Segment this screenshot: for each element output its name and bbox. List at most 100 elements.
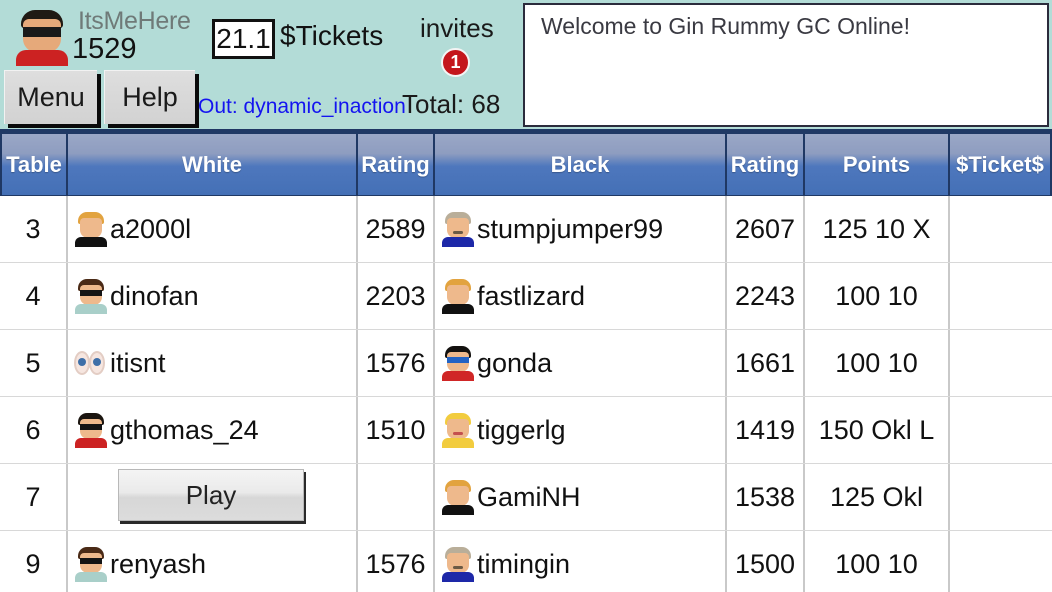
cell-points: 125 Okl (805, 464, 950, 530)
avatar-brown-curly-sunglasses-icon (74, 278, 108, 314)
table-row[interactable]: 7 Play GamiNH 1538 125 Okl (0, 464, 1052, 531)
avatar-blonde-long-hair-icon (441, 412, 475, 448)
cell-white-player[interactable]: Play (68, 464, 358, 530)
cell-points: 125 10 X (805, 196, 950, 262)
avatar-black-hair-blue-glasses-red-shirt-icon (441, 345, 475, 381)
table-header-row: Table White Rating Black Rating Points $Ticket… (0, 133, 1052, 196)
cell-white-rating: 1510 (358, 397, 435, 463)
points-label: 100 10 (835, 548, 918, 579)
table-number-label: 3 (25, 213, 41, 244)
black-rating-label: 2607 (734, 213, 796, 244)
cell-black-rating: 2607 (727, 196, 805, 262)
menu-button[interactable]: Menu (4, 70, 97, 124)
username-label: ItsMeHere (78, 7, 191, 35)
cell-white-player[interactable]: gthomas_24 (68, 397, 358, 463)
white-player-name: gthomas_24 (110, 414, 259, 445)
tickets-label: $Tickets (280, 20, 384, 51)
invites-label[interactable]: invites (420, 13, 494, 44)
cell-white-player[interactable]: dinofan (68, 263, 358, 329)
black-rating-label: 1419 (734, 414, 796, 445)
cell-white-rating: 2589 (358, 196, 435, 262)
cell-black-player[interactable]: tiggerlg (435, 397, 727, 463)
user-avatar-sunglasses-icon[interactable] (14, 8, 70, 66)
black-player: timingin (441, 546, 570, 582)
white-player-name: itisnt (110, 347, 166, 378)
cell-white-player[interactable]: itisnt (68, 330, 358, 396)
table-number-label: 6 (25, 414, 41, 445)
black-player: gonda (441, 345, 552, 381)
points-label: 150 Okl L (818, 414, 935, 445)
white-player-name: a2000l (110, 213, 192, 244)
black-player-name: gonda (477, 347, 553, 378)
table-number-label: 9 (25, 548, 41, 579)
white-player-name: dinofan (110, 280, 199, 311)
column-header-white-1[interactable]: White (68, 134, 358, 195)
black-player-name: fastlizard (477, 280, 586, 311)
table-row[interactable]: 9 renyash 1576 timingin 1500 100 10 (0, 531, 1052, 592)
cell-points: 100 10 (805, 263, 950, 329)
cell-black-rating: 1661 (727, 330, 805, 396)
cell-tickets (950, 196, 1052, 262)
top-bar-left-panel: ItsMeHere 1529 Menu Help Out: dynamic_in… (0, 0, 520, 129)
black-rating-label: 1661 (734, 347, 796, 378)
black-player: fastlizard (441, 278, 585, 314)
cell-white-rating: 1576 (358, 330, 435, 396)
white-rating-label: 1576 (365, 347, 426, 378)
white-rating-label: 2203 (365, 280, 426, 311)
black-player: stumpjumper99 (441, 211, 663, 247)
column-header-ticket-6[interactable]: $Ticket$ (950, 134, 1052, 195)
avatar-brown-curly-sunglasses-icon (74, 546, 108, 582)
cell-table-number: 6 (0, 397, 68, 463)
message-panel[interactable]: Welcome to Gin Rummy GC Online! (523, 3, 1049, 127)
games-table: Table White Rating Black Rating Points $Ticket… (0, 133, 1052, 592)
invites-count-badge[interactable]: 1 (441, 48, 470, 77)
table-row[interactable]: 3 a2000l 2589 stumpjumper99 2607 125 10 X (0, 196, 1052, 263)
table-row[interactable]: 4 dinofan 2203 fastlizard 2243 100 10 (0, 263, 1052, 330)
cell-table-number: 7 (0, 464, 68, 530)
black-player: tiggerlg (441, 412, 566, 448)
cell-white-player[interactable]: a2000l (68, 196, 358, 262)
column-header-black-3[interactable]: Black (435, 134, 727, 195)
app-root: ItsMeHere 1529 Menu Help Out: dynamic_in… (0, 0, 1052, 592)
table-row[interactable]: 6 gthomas_24 1510 tiggerlg 1419 150 Okl L (0, 397, 1052, 464)
black-player-name: GamiNH (477, 481, 581, 512)
avatar-blond-black-shirt-icon (441, 278, 475, 314)
table-row[interactable]: 5 itisnt 1576 gonda 1661 100 10 (0, 330, 1052, 397)
column-header-rating-4[interactable]: Rating (727, 134, 805, 195)
help-button[interactable]: Help (104, 70, 195, 124)
cell-points: 100 10 (805, 330, 950, 396)
cell-black-player[interactable]: fastlizard (435, 263, 727, 329)
cell-tickets (950, 531, 1052, 592)
column-header-rating-2[interactable]: Rating (358, 134, 435, 195)
cell-points: 150 Okl L (805, 397, 950, 463)
cell-black-rating: 1419 (727, 397, 805, 463)
cell-tickets (950, 464, 1052, 530)
cell-white-rating (358, 464, 435, 530)
black-player-name: stumpjumper99 (477, 213, 664, 244)
white-player-name: renyash (110, 548, 207, 579)
cell-black-player[interactable]: timingin (435, 531, 727, 592)
table-number-label: 5 (25, 347, 41, 378)
avatar-blond-black-shirt-icon (441, 479, 475, 515)
black-player: GamiNH (441, 479, 581, 515)
avatar-blond-black-shirt-icon (74, 211, 108, 247)
white-rating-label: 1576 (365, 548, 426, 579)
avatar-sleepy-eyes-icon (74, 345, 108, 381)
white-player: itisnt (74, 345, 166, 381)
cell-black-rating: 2243 (727, 263, 805, 329)
total-players-label: Total: 68 (402, 89, 501, 119)
black-player-name: timingin (477, 548, 571, 579)
cell-black-player[interactable]: GamiNH (435, 464, 727, 530)
cell-black-player[interactable]: stumpjumper99 (435, 196, 727, 262)
cell-white-player[interactable]: renyash (68, 531, 358, 592)
white-player: a2000l (74, 211, 191, 247)
cell-table-number: 9 (0, 531, 68, 592)
cell-tickets (950, 330, 1052, 396)
black-player-name: tiggerlg (477, 414, 566, 445)
play-button[interactable]: Play (118, 469, 304, 521)
cell-table-number: 3 (0, 196, 68, 262)
cell-black-player[interactable]: gonda (435, 330, 727, 396)
column-header-points-5[interactable]: Points (805, 134, 950, 195)
column-header-table-0[interactable]: Table (0, 134, 68, 195)
tickets-value-field[interactable]: 21.1 (212, 19, 275, 59)
